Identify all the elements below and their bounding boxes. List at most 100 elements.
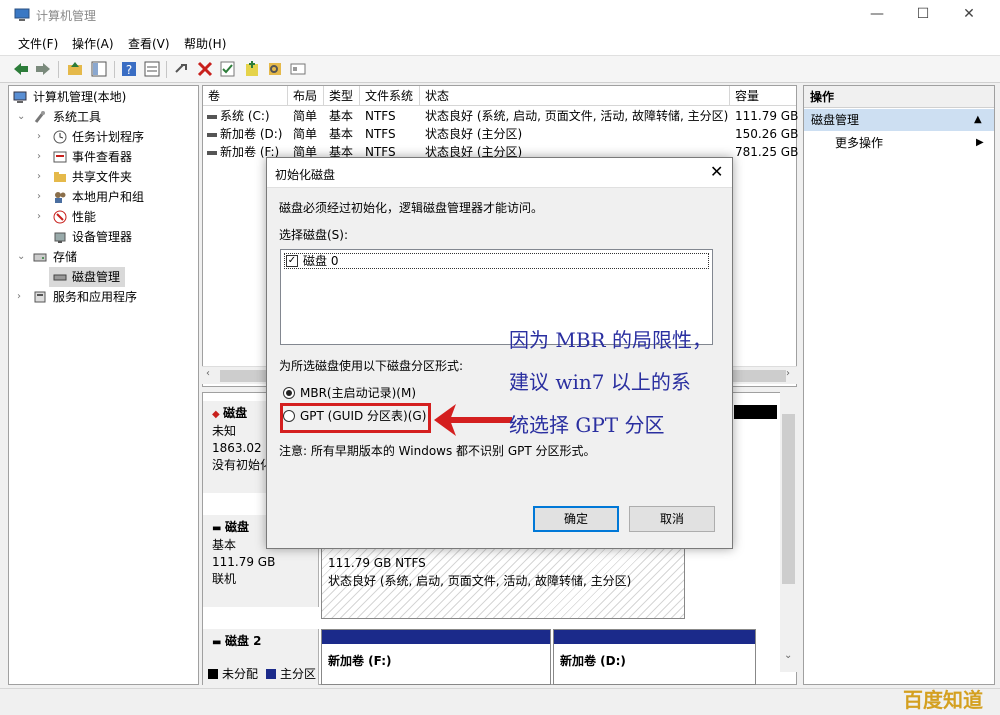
scroll-down-icon[interactable]: ⌄ xyxy=(784,650,792,661)
tree-system-tools[interactable]: ⌄ 系统工具 xyxy=(9,107,198,127)
clock-icon xyxy=(53,130,67,144)
uninitialized-disk-icon: ◆ xyxy=(212,409,224,420)
volume-cell: 新加卷 (D:) xyxy=(207,125,282,143)
tools-icon xyxy=(34,111,45,123)
dialog-title-bar: 初始化磁盘 ✕ xyxy=(267,158,732,188)
check-icon[interactable] xyxy=(219,60,237,78)
column-header-status[interactable]: 状态 xyxy=(420,86,730,106)
chevron-right-icon[interactable]: › xyxy=(37,147,47,167)
tree-performance[interactable]: › 性能 xyxy=(9,207,198,227)
chevron-right-icon[interactable]: › xyxy=(17,287,27,307)
chevron-right-icon[interactable]: › xyxy=(37,167,47,187)
type-cell: 基本 xyxy=(329,109,354,123)
format-icon[interactable] xyxy=(289,60,307,78)
menu-action[interactable]: 操作(A) xyxy=(72,35,114,52)
delete-icon[interactable] xyxy=(196,60,214,78)
back-arrow-icon[interactable] xyxy=(12,60,30,78)
show-hide-tree-icon[interactable] xyxy=(90,60,108,78)
disk1-partition-status: 状态良好 (系统, 启动, 页面文件, 活动, 故障转储, 主分区) xyxy=(328,574,632,588)
column-header-filesystem[interactable]: 文件系统 xyxy=(360,86,420,106)
disk1-system-partition[interactable]: 111.79 GB NTFS 状态良好 (系统, 启动, 页面文件, 活动, 故… xyxy=(321,543,685,619)
tree-event-viewer[interactable]: › 事件查看器 xyxy=(9,147,198,167)
scroll-left-icon[interactable]: ‹ xyxy=(206,368,210,379)
chevron-down-icon[interactable]: ⌄ xyxy=(17,107,27,127)
mbr-radio[interactable] xyxy=(283,387,295,399)
tree-root[interactable]: 计算机管理(本地) xyxy=(9,87,198,107)
help-icon[interactable]: ? xyxy=(120,60,138,78)
initialize-disk-dialog: 初始化磁盘 ✕ 磁盘必须经过初始化，逻辑磁盘管理器才能访问。 选择磁盘(S): … xyxy=(266,157,733,549)
table-row[interactable]: 系统 (C:) 简单 基本 NTFS 状态良好 (系统, 启动, 页面文件, 活… xyxy=(203,107,799,125)
key-icon[interactable] xyxy=(266,60,284,78)
window-title: 计算机管理 xyxy=(36,9,97,23)
primary-swatch xyxy=(266,669,276,679)
close-button[interactable]: ✕ xyxy=(958,4,980,24)
column-header-type[interactable]: 类型 xyxy=(324,86,360,106)
filesystem-cell: NTFS xyxy=(365,109,396,123)
mbr-option-label: MBR(主启动记录)(M) xyxy=(300,386,417,400)
toolbar-separator xyxy=(58,61,59,78)
ok-button[interactable]: 确定 xyxy=(533,506,619,532)
gpt-compat-note: 注意: 所有早期版本的 Windows 都不识别 GPT 分区形式。 xyxy=(279,444,596,458)
chevron-right-icon[interactable]: › xyxy=(37,207,47,227)
menu-view[interactable]: 查看(V) xyxy=(128,35,170,52)
collapse-up-icon[interactable]: ▲ xyxy=(974,109,982,131)
primary-partition-bar xyxy=(322,630,550,644)
tree-services-apps[interactable]: › 服务和应用程序 xyxy=(9,287,198,307)
dialog-description: 磁盘必须经过初始化，逻辑磁盘管理器才能访问。 xyxy=(279,201,544,215)
scrollbar-thumb[interactable] xyxy=(782,414,795,584)
table-row[interactable]: 新加卷 (D:) 简单 基本 NTFS 状态良好 (主分区) 150.26 GB xyxy=(203,125,798,143)
column-header-capacity[interactable]: 容量 xyxy=(730,86,796,106)
column-header-layout[interactable]: 布局 xyxy=(288,86,324,106)
layout-cell: 简单 xyxy=(293,127,318,141)
disk-management-icon xyxy=(53,274,67,281)
unallocated-swatch xyxy=(208,669,218,679)
event-viewer-icon xyxy=(53,151,67,163)
tree-services-apps-label: 服务和应用程序 xyxy=(53,290,138,304)
disk-legend: 未分配 主分区 xyxy=(208,666,608,682)
up-folder-icon[interactable] xyxy=(66,60,84,78)
disk-icon: ▬ xyxy=(212,637,225,648)
vertical-scrollbar[interactable]: ⌄ xyxy=(780,392,797,672)
baidu-zhidao-watermark: 百度知道 xyxy=(903,688,983,712)
column-header-volume[interactable]: 卷 xyxy=(203,86,288,106)
tree-task-scheduler[interactable]: › 任务计划程序 xyxy=(9,127,198,147)
red-arrow-icon xyxy=(434,404,512,436)
chevron-down-icon[interactable]: ⌄ xyxy=(17,247,27,267)
tree-local-users[interactable]: › 本地用户和组 xyxy=(9,187,198,207)
new-volume-icon[interactable] xyxy=(243,60,261,78)
list-item[interactable]: ✓ 磁盘 0 xyxy=(284,253,709,269)
drive-icon xyxy=(207,132,217,137)
dialog-close-icon[interactable]: ✕ xyxy=(710,162,723,181)
mbr-radio-option[interactable]: MBR(主启动记录)(M) xyxy=(283,384,443,402)
minimize-button[interactable]: — xyxy=(866,4,888,24)
maximize-button[interactable]: ☐ xyxy=(912,4,934,24)
tree-storage[interactable]: ⌄ 存储 xyxy=(9,247,198,267)
disk0-checkbox[interactable]: ✓ xyxy=(286,255,298,267)
capacity-cell: 111.79 GB xyxy=(735,109,799,123)
tree-performance-label: 性能 xyxy=(72,210,97,224)
menu-help[interactable]: 帮助(H) xyxy=(184,35,226,52)
actions-more[interactable]: 更多操作 ▶ xyxy=(804,133,994,153)
status-cell: 状态良好 (系统, 启动, 页面文件, 活动, 故障转储, 主分区) xyxy=(425,109,729,123)
forward-arrow-icon[interactable] xyxy=(34,60,52,78)
menu-file[interactable]: 文件(F) xyxy=(18,35,58,52)
chevron-right-icon[interactable]: › xyxy=(37,187,47,207)
drive-icon xyxy=(207,150,217,155)
properties-icon[interactable] xyxy=(143,60,161,78)
actions-disk-management[interactable]: 磁盘管理 ▲ xyxy=(804,109,994,131)
connect-icon[interactable] xyxy=(173,60,191,78)
disk0-unallocated-bar[interactable] xyxy=(734,405,777,419)
services-icon xyxy=(34,291,46,303)
cancel-button[interactable]: 取消 xyxy=(629,506,715,532)
disk2-name: ▬ 磁盘 2 xyxy=(212,634,262,648)
tree-shared-folders-label: 共享文件夹 xyxy=(72,170,133,184)
toolbar: ? xyxy=(0,55,1000,83)
navigation-tree: 计算机管理(本地) ⌄ 系统工具 › 任务计划程序 › 事件查看器 › 共享文件… xyxy=(8,85,199,685)
tree-disk-management[interactable]: 磁盘管理 xyxy=(49,267,125,287)
chevron-right-icon[interactable]: › xyxy=(37,127,47,147)
scroll-right-icon[interactable]: › xyxy=(786,368,790,379)
disk-icon: ▬ xyxy=(212,523,225,534)
tree-shared-folders[interactable]: › 共享文件夹 xyxy=(9,167,198,187)
tree-device-manager[interactable]: 设备管理器 xyxy=(9,227,198,247)
type-cell: 基本 xyxy=(329,127,354,141)
